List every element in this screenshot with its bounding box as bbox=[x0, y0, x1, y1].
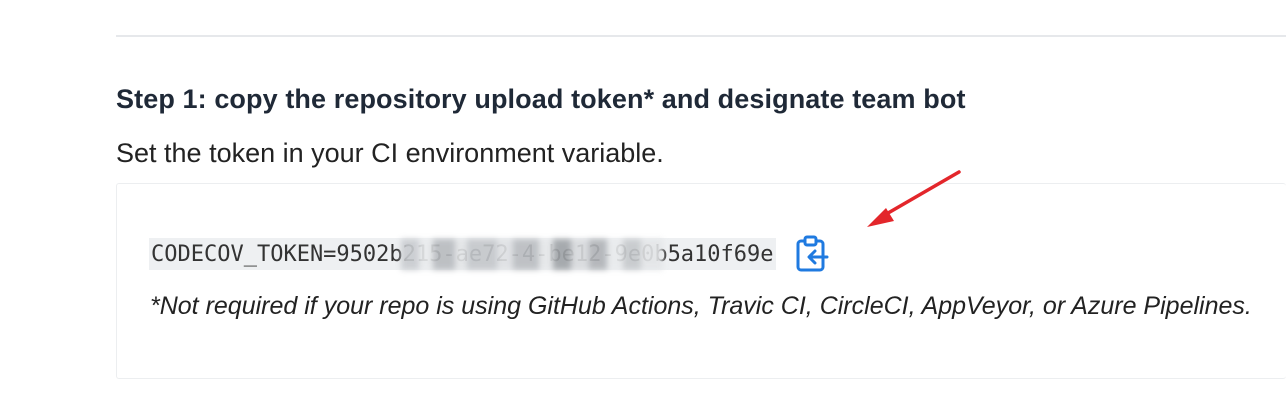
step-title: Step 1: copy the repository upload token… bbox=[116, 84, 966, 114]
section-divider bbox=[116, 35, 1286, 37]
red-arrow-annotation bbox=[867, 170, 961, 227]
token-footnote: *Not required if your repo is using GitH… bbox=[150, 292, 1252, 320]
upload-token[interactable]: CODECOV_TOKEN=9502b215-ae72-4-be12-9e0b5… bbox=[149, 238, 776, 270]
token-row: CODECOV_TOKEN=9502b215-ae72-4-be12-9e0b5… bbox=[149, 235, 830, 273]
clipboard-copy-icon[interactable] bbox=[794, 235, 830, 273]
page: Step 1: copy the repository upload token… bbox=[0, 0, 1286, 416]
token-redaction-blur bbox=[401, 239, 663, 270]
step-subtitle: Set the token in your CI environment var… bbox=[116, 138, 664, 168]
token-card: CODECOV_TOKEN=9502b215-ae72-4-be12-9e0b5… bbox=[116, 183, 1286, 379]
